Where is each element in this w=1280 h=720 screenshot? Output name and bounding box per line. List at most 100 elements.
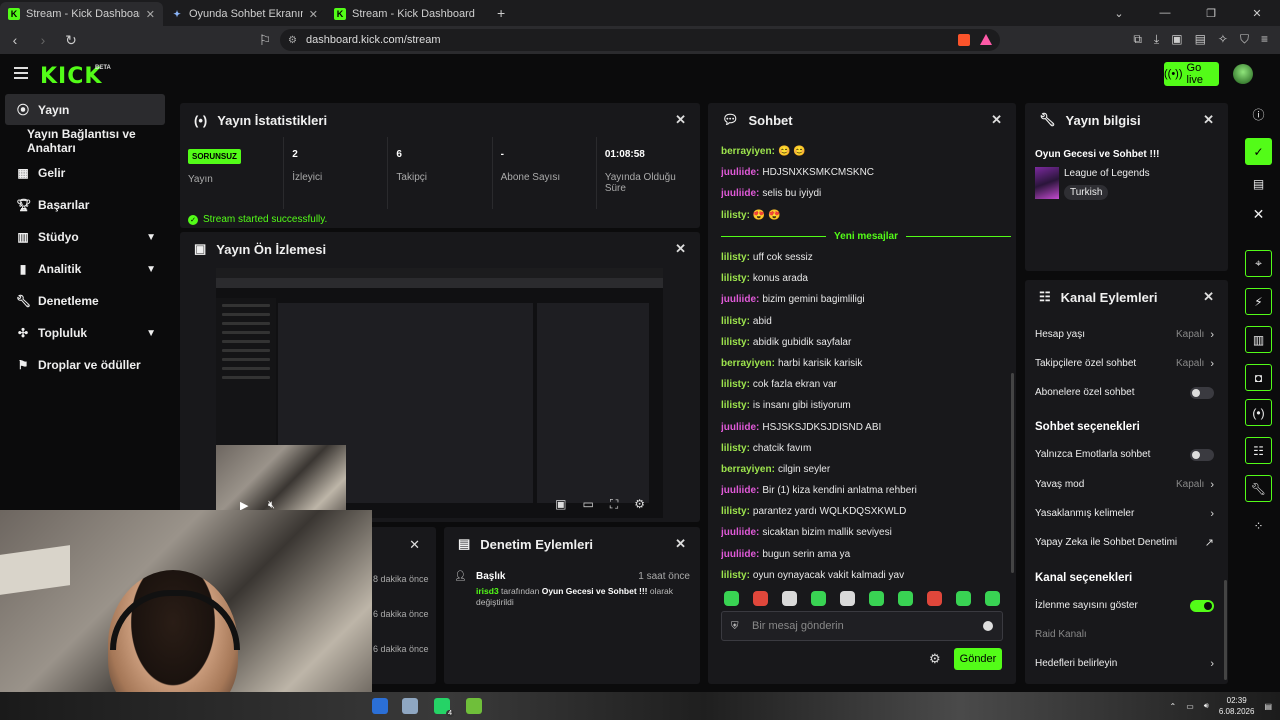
close-panel-icon[interactable]: ✕ xyxy=(409,537,420,553)
notifications-icon[interactable]: ▤ xyxy=(1264,702,1272,711)
emote-only-toggle[interactable] xyxy=(1190,448,1214,461)
sidebar-toggle-icon[interactable]: ▣ xyxy=(1171,32,1182,47)
chat-bubble-icon[interactable]: ◘ xyxy=(1245,364,1272,391)
emote-icon[interactable] xyxy=(985,591,1000,606)
minecraft-icon[interactable] xyxy=(466,698,482,714)
chat-username[interactable]: juuliide xyxy=(721,485,756,496)
settings-icon[interactable]: ⚙ xyxy=(634,497,645,512)
broadcast-icon[interactable]: (•) xyxy=(1245,399,1272,426)
chat-username[interactable]: lilisty xyxy=(721,570,747,581)
avatar[interactable] xyxy=(1233,64,1253,84)
chat-username[interactable]: lilisty xyxy=(721,443,747,454)
emote-icon[interactable] xyxy=(869,591,884,606)
chat-username[interactable]: berrayiyen xyxy=(721,358,772,369)
close-icon[interactable]: ✕ xyxy=(1245,201,1272,228)
chat-username[interactable]: juuliide xyxy=(721,294,756,305)
game-name[interactable]: League of Legends xyxy=(1064,168,1150,179)
close-panel-icon[interactable]: ✕ xyxy=(1203,289,1214,305)
chat-username[interactable]: berrayiyen xyxy=(721,146,772,157)
chat-username[interactable]: lilisty xyxy=(721,400,747,411)
fullscreen-icon[interactable]: ⛶ xyxy=(610,497,618,512)
apps-icon[interactable]: ⁘ xyxy=(1245,512,1272,539)
back-icon[interactable]: ‹ xyxy=(8,32,22,48)
download-icon[interactable]: ⤓ xyxy=(1154,32,1159,47)
reload-icon[interactable]: ↻ xyxy=(64,32,78,49)
channel-icon[interactable]: ☷ xyxy=(1245,437,1272,464)
close-panel-icon[interactable]: ✕ xyxy=(675,112,686,128)
row-account-age[interactable]: Hesap yaşı Kapalı › xyxy=(1035,320,1218,349)
brave-rewards-icon[interactable] xyxy=(980,34,992,45)
focus-icon[interactable]: ⌖ xyxy=(1245,250,1272,277)
chat-message-input[interactable]: ⛨ Bir mesaj gönderin xyxy=(721,611,1003,641)
maximize-icon[interactable]: ❐ xyxy=(1188,7,1234,20)
lightning-icon[interactable]: ⚡︎ xyxy=(1245,288,1272,315)
panel-scrollbar[interactable] xyxy=(1224,580,1227,680)
chat-settings-icon[interactable]: ⚙ xyxy=(929,651,941,667)
chat-username[interactable]: juuliide xyxy=(721,527,756,538)
chat-username[interactable]: lilisty xyxy=(721,210,747,221)
taskbar-app-icon[interactable] xyxy=(372,698,388,714)
emote-icon[interactable] xyxy=(927,591,942,606)
row-followers-only[interactable]: Takipçilere özel sohbet Kapalı › xyxy=(1035,349,1218,378)
sidebar-item-studyo[interactable]: ▥ Stüdyo ▼ xyxy=(0,221,170,253)
chat-username[interactable]: lilisty xyxy=(721,337,747,348)
stream-preview-video[interactable]: ▣ ▭ ⛶ ⚙ ▶ 🔇︎ xyxy=(216,268,663,518)
forward-icon[interactable]: › xyxy=(36,32,50,48)
tray-chevron-icon[interactable]: ⌃ xyxy=(1170,702,1177,711)
sidebar-item-basarilar[interactable]: 🏆︎ Başarılar xyxy=(0,189,170,221)
tab-list-icon[interactable]: ⌄ xyxy=(1096,7,1142,20)
browser-tab-kick-dashboard[interactable]: K Stream - Kick Dashboard ✕ xyxy=(0,2,163,26)
chat-username[interactable]: juuliide xyxy=(721,422,756,433)
emoji-picker-icon[interactable] xyxy=(983,621,993,631)
chat-username[interactable]: lilisty xyxy=(721,252,747,263)
emote-icon[interactable] xyxy=(782,591,797,606)
taskbar-app-icon[interactable] xyxy=(402,698,418,714)
row-set-goals[interactable]: Hedefleri belirleyin › xyxy=(1035,649,1218,678)
chat-username[interactable]: berrayiyen xyxy=(721,464,772,475)
row-banned-words[interactable]: Yasaklanmış kelimeler › xyxy=(1035,499,1218,528)
bookmark-icon[interactable]: ⚐ xyxy=(258,32,272,49)
chat-username[interactable]: lilisty xyxy=(721,273,747,284)
check-icon[interactable]: ✓ xyxy=(1245,138,1272,165)
emote-icon[interactable] xyxy=(840,591,855,606)
close-tab-icon[interactable]: ✕ xyxy=(309,8,318,21)
row-slow-mode[interactable]: Yavaş mod Kapalı › xyxy=(1035,470,1218,499)
row-ai-moderation[interactable]: Yapay Zeka ile Sohbet Denetimi ↗ xyxy=(1035,528,1218,557)
close-panel-icon[interactable]: ✕ xyxy=(991,112,1002,128)
network-icon[interactable]: ▭ xyxy=(1186,702,1194,711)
close-window-icon[interactable]: ✕ xyxy=(1234,7,1280,20)
chat-username[interactable]: lilisty xyxy=(721,506,747,517)
wallet-icon[interactable]: ▤ xyxy=(1195,32,1206,47)
browser-tab-kick-dashboard-2[interactable]: K Stream - Kick Dashboard xyxy=(326,2,489,26)
site-info-icon[interactable]: ⚙ xyxy=(288,35,297,46)
extensions-icon[interactable]: ⧉ xyxy=(1133,32,1142,47)
close-panel-icon[interactable]: ✕ xyxy=(675,536,686,552)
audit-user[interactable]: irisd3 xyxy=(476,586,499,596)
chat-username[interactable]: juuliide xyxy=(721,167,756,178)
sidebar-item-stream-key[interactable]: Yayın Bağlantısı ve Anahtarı xyxy=(0,125,170,157)
theatre-icon[interactable]: ▭ xyxy=(582,497,593,512)
emote-icon[interactable] xyxy=(898,591,913,606)
sidebar-item-analitik[interactable]: ▮ Analitik ▼ xyxy=(0,253,170,285)
new-tab-icon[interactable]: + xyxy=(497,5,505,21)
chat-username[interactable]: lilisty xyxy=(721,379,747,390)
whatsapp-icon[interactable]: 4 xyxy=(434,698,454,717)
brave-shield-icon[interactable] xyxy=(958,34,970,46)
send-button[interactable]: Gönder xyxy=(954,648,1002,670)
chat-username[interactable]: juuliide xyxy=(721,549,756,560)
emote-icon[interactable] xyxy=(753,591,768,606)
close-panel-icon[interactable]: ✕ xyxy=(675,241,686,257)
close-panel-icon[interactable]: ✕ xyxy=(1203,112,1214,128)
clock[interactable]: 02:39 6.08.2026 xyxy=(1219,695,1255,717)
menu-icon[interactable]: ≡ xyxy=(1261,32,1268,47)
sidebar-item-droplar[interactable]: ⚑ Droplar ve ödüller xyxy=(0,349,170,381)
emote-icon[interactable] xyxy=(956,591,971,606)
document-icon[interactable]: ▥ xyxy=(1245,326,1272,353)
emote-icon[interactable] xyxy=(724,591,739,606)
close-tab-icon[interactable]: ✕ xyxy=(146,8,155,21)
chat-username[interactable]: juuliide xyxy=(721,188,756,199)
minimize-icon[interactable]: — xyxy=(1142,7,1188,19)
viewer-count-toggle[interactable] xyxy=(1190,599,1214,612)
url-bar[interactable]: ⚙ dashboard.kick.com/stream xyxy=(280,29,1000,51)
volume-icon[interactable]: 🔊︎ xyxy=(1204,701,1209,711)
